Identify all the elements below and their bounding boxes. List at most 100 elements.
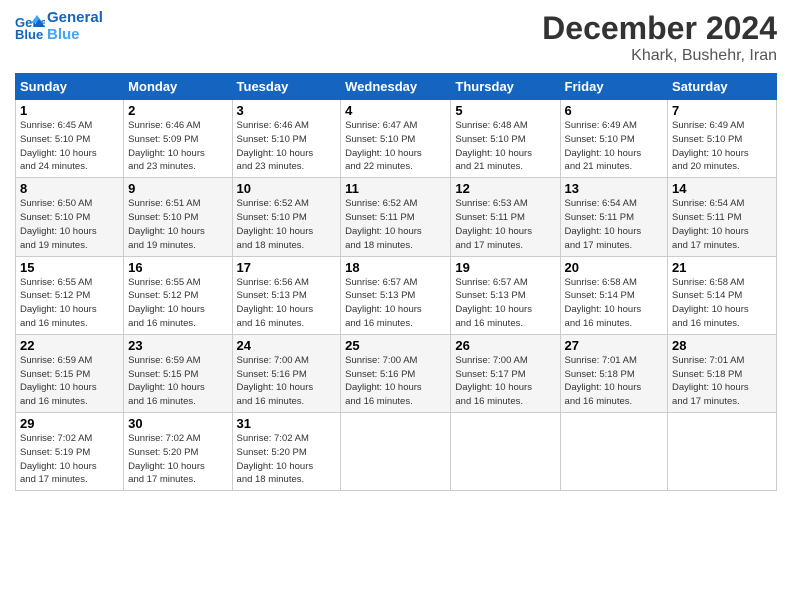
day-cell: 16 Sunrise: 6:55 AM Sunset: 5:12 PM Dayli…	[124, 256, 232, 334]
day-info: Sunrise: 6:52 AM Sunset: 5:10 PM Dayligh…	[237, 198, 314, 250]
day-cell	[341, 413, 451, 491]
day-info: Sunrise: 6:54 AM Sunset: 5:11 PM Dayligh…	[672, 198, 749, 250]
day-cell: 8 Sunrise: 6:50 AM Sunset: 5:10 PM Daylig…	[16, 178, 124, 256]
weekday-sunday: Sunday	[16, 74, 124, 100]
day-info: Sunrise: 7:02 AM Sunset: 5:19 PM Dayligh…	[20, 433, 97, 485]
day-cell: 17Sunrise: 6:56 AM Sunset: 5:13 PM Dayli…	[232, 256, 341, 334]
day-cell	[668, 413, 777, 491]
day-cell: 26Sunrise: 7:00 AM Sunset: 5:17 PM Dayli…	[451, 334, 560, 412]
day-info: Sunrise: 6:47 AM Sunset: 5:10 PM Dayligh…	[345, 120, 422, 172]
day-cell: 23 Sunrise: 6:59 AM Sunset: 5:15 PM Dayli…	[124, 334, 232, 412]
day-number: 4	[345, 103, 446, 118]
day-info: Sunrise: 7:00 AM Sunset: 5:16 PM Dayligh…	[237, 355, 314, 407]
day-info: Sunrise: 6:55 AM Sunset: 5:12 PM Dayligh…	[20, 277, 97, 329]
day-cell: 24 Sunrise: 7:00 AM Sunset: 5:16 PM Dayli…	[232, 334, 341, 412]
day-info: Sunrise: 6:57 AM Sunset: 5:13 PM Dayligh…	[455, 277, 532, 329]
weekday-friday: Friday	[560, 74, 668, 100]
day-number: 10	[237, 181, 337, 196]
day-info: Sunrise: 6:53 AM Sunset: 5:11 PM Dayligh…	[455, 198, 532, 250]
day-info: Sunrise: 6:59 AM Sunset: 5:15 PM Dayligh…	[128, 355, 205, 407]
title-section: December 2024 Khark, Bushehr, Iran	[542, 10, 777, 65]
day-cell: 1 Sunrise: 6:45 AM Sunset: 5:10 PM Daylig…	[16, 100, 124, 178]
day-cell: 11Sunrise: 6:52 AM Sunset: 5:11 PM Dayli…	[341, 178, 451, 256]
day-number: 22	[20, 338, 119, 353]
day-info: Sunrise: 6:58 AM Sunset: 5:14 PM Dayligh…	[672, 277, 749, 329]
day-number: 29	[20, 416, 119, 431]
day-number: 25	[345, 338, 446, 353]
logo-blue: Blue	[47, 26, 80, 43]
day-number: 13	[565, 181, 664, 196]
day-cell: 21 Sunrise: 6:58 AM Sunset: 5:14 PM Dayli…	[668, 256, 777, 334]
day-number: 2	[128, 103, 227, 118]
weekday-saturday: Saturday	[668, 74, 777, 100]
day-number: 28	[672, 338, 772, 353]
day-info: Sunrise: 6:51 AM Sunset: 5:10 PM Dayligh…	[128, 198, 205, 250]
day-info: Sunrise: 7:00 AM Sunset: 5:17 PM Dayligh…	[455, 355, 532, 407]
weekday-tuesday: Tuesday	[232, 74, 341, 100]
logo: General Blue General Blue	[15, 10, 103, 43]
day-cell: 30 Sunrise: 7:02 AM Sunset: 5:20 PM Dayli…	[124, 413, 232, 491]
svg-text:Blue: Blue	[15, 27, 43, 41]
day-number: 21	[672, 260, 772, 275]
day-number: 3	[237, 103, 337, 118]
week-row-5: 29 Sunrise: 7:02 AM Sunset: 5:19 PM Dayli…	[16, 413, 777, 491]
day-number: 12	[455, 181, 555, 196]
day-number: 16	[128, 260, 227, 275]
weekday-wednesday: Wednesday	[341, 74, 451, 100]
day-cell: 25 Sunrise: 7:00 AM Sunset: 5:16 PM Dayli…	[341, 334, 451, 412]
day-number: 15	[20, 260, 119, 275]
day-number: 31	[237, 416, 337, 431]
day-cell	[560, 413, 668, 491]
day-info: Sunrise: 6:49 AM Sunset: 5:10 PM Dayligh…	[565, 120, 642, 172]
week-row-1: 1 Sunrise: 6:45 AM Sunset: 5:10 PM Daylig…	[16, 100, 777, 178]
day-cell: 12 Sunrise: 6:53 AM Sunset: 5:11 PM Dayli…	[451, 178, 560, 256]
weekday-thursday: Thursday	[451, 74, 560, 100]
month-title: December 2024	[542, 10, 777, 47]
page-container: General Blue General Blue December 2024 …	[0, 0, 792, 501]
day-number: 27	[565, 338, 664, 353]
day-number: 9	[128, 181, 227, 196]
week-row-2: 8 Sunrise: 6:50 AM Sunset: 5:10 PM Daylig…	[16, 178, 777, 256]
logo-icon: General Blue	[15, 13, 45, 41]
day-number: 8	[20, 181, 119, 196]
day-number: 1	[20, 103, 119, 118]
day-cell: 22 Sunrise: 6:59 AM Sunset: 5:15 PM Dayli…	[16, 334, 124, 412]
day-info: Sunrise: 6:58 AM Sunset: 5:14 PM Dayligh…	[565, 277, 642, 329]
week-row-3: 15 Sunrise: 6:55 AM Sunset: 5:12 PM Dayli…	[16, 256, 777, 334]
day-info: Sunrise: 7:00 AM Sunset: 5:16 PM Dayligh…	[345, 355, 422, 407]
day-info: Sunrise: 7:01 AM Sunset: 5:18 PM Dayligh…	[672, 355, 749, 407]
day-info: Sunrise: 6:45 AM Sunset: 5:10 PM Dayligh…	[20, 120, 97, 172]
day-number: 30	[128, 416, 227, 431]
day-cell: 13 Sunrise: 6:54 AM Sunset: 5:11 PM Dayli…	[560, 178, 668, 256]
day-cell: 10 Sunrise: 6:52 AM Sunset: 5:10 PM Dayli…	[232, 178, 341, 256]
day-info: Sunrise: 6:55 AM Sunset: 5:12 PM Dayligh…	[128, 277, 205, 329]
day-cell	[451, 413, 560, 491]
weekday-monday: Monday	[124, 74, 232, 100]
day-number: 24	[237, 338, 337, 353]
day-cell: 18Sunrise: 6:57 AM Sunset: 5:13 PM Dayli…	[341, 256, 451, 334]
day-info: Sunrise: 6:46 AM Sunset: 5:09 PM Dayligh…	[128, 120, 205, 172]
day-number: 7	[672, 103, 772, 118]
day-number: 23	[128, 338, 227, 353]
day-info: Sunrise: 7:01 AM Sunset: 5:18 PM Dayligh…	[565, 355, 642, 407]
day-number: 19	[455, 260, 555, 275]
day-info: Sunrise: 6:59 AM Sunset: 5:15 PM Dayligh…	[20, 355, 97, 407]
day-cell: 7 Sunrise: 6:49 AM Sunset: 5:10 PM Daylig…	[668, 100, 777, 178]
page-header: General Blue General Blue December 2024 …	[15, 10, 777, 65]
day-info: Sunrise: 6:52 AM Sunset: 5:11 PM Dayligh…	[345, 198, 422, 250]
day-number: 14	[672, 181, 772, 196]
day-cell: 14 Sunrise: 6:54 AM Sunset: 5:11 PM Dayli…	[668, 178, 777, 256]
location: Khark, Bushehr, Iran	[542, 47, 777, 65]
logo-general: General	[47, 9, 103, 26]
day-info: Sunrise: 7:02 AM Sunset: 5:20 PM Dayligh…	[128, 433, 205, 485]
day-number: 17	[237, 260, 337, 275]
day-info: Sunrise: 6:54 AM Sunset: 5:11 PM Dayligh…	[565, 198, 642, 250]
day-info: Sunrise: 6:48 AM Sunset: 5:10 PM Dayligh…	[455, 120, 532, 172]
day-number: 18	[345, 260, 446, 275]
day-cell: 31Sunrise: 7:02 AM Sunset: 5:20 PM Dayli…	[232, 413, 341, 491]
day-cell: 4 Sunrise: 6:47 AM Sunset: 5:10 PM Daylig…	[341, 100, 451, 178]
day-info: Sunrise: 6:50 AM Sunset: 5:10 PM Dayligh…	[20, 198, 97, 250]
day-info: Sunrise: 6:49 AM Sunset: 5:10 PM Dayligh…	[672, 120, 749, 172]
day-cell: 19 Sunrise: 6:57 AM Sunset: 5:13 PM Dayli…	[451, 256, 560, 334]
day-cell: 6Sunrise: 6:49 AM Sunset: 5:10 PM Daylig…	[560, 100, 668, 178]
